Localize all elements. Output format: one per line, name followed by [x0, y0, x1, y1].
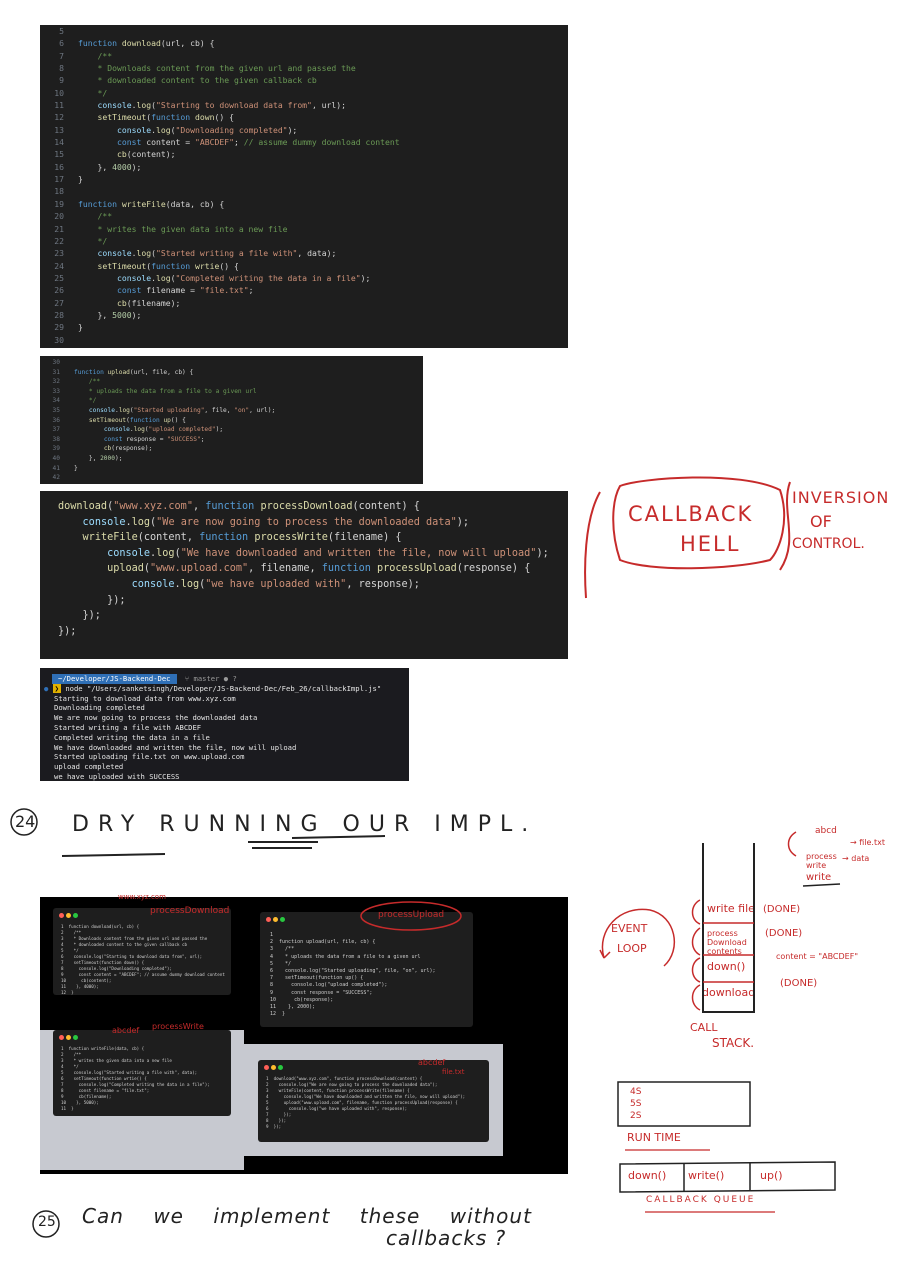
handwriting-strokes: [10, 476, 841, 1238]
